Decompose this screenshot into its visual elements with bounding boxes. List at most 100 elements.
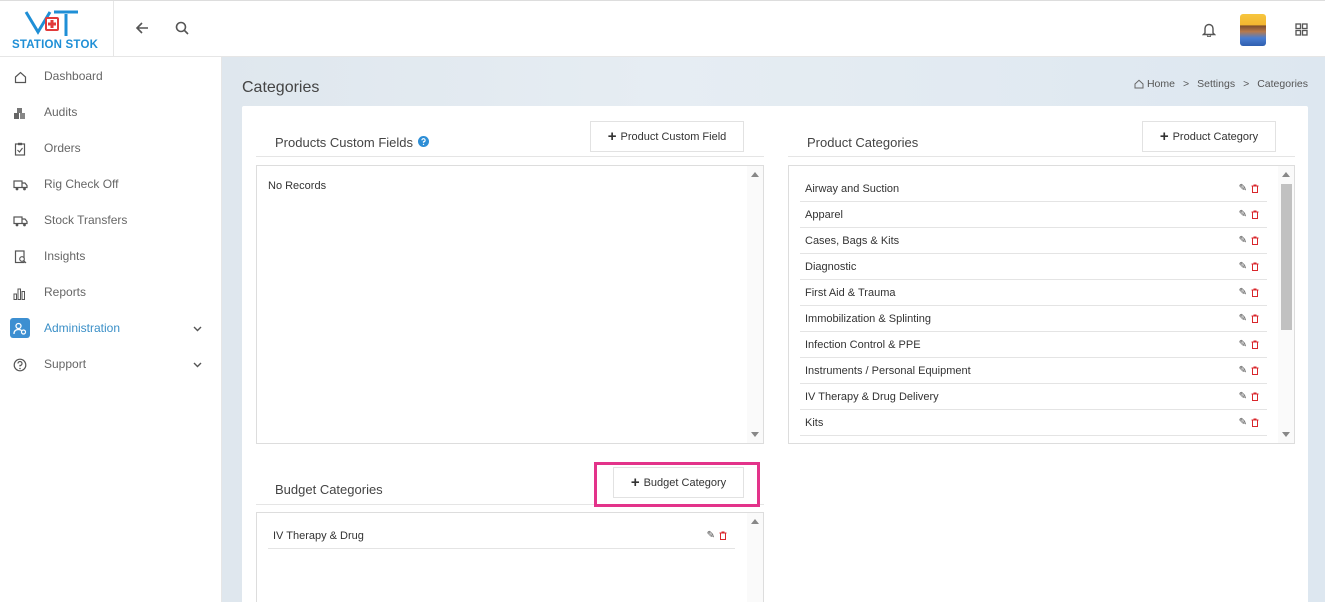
category-name: IV Therapy & Drug Delivery [805,390,939,403]
sidebar-item-audits[interactable]: Audits [0,94,222,130]
report-search-icon [11,248,29,266]
budget-categories-list[interactable]: IV Therapy & Drug ✎ [256,512,764,602]
logo[interactable]: STATION STOK [0,1,114,57]
scroll-down-arrow[interactable] [751,432,759,437]
list-item[interactable]: IV Therapy & Drug ✎ [268,523,735,549]
scroll-down-arrow[interactable] [1282,432,1290,437]
category-name: Diagnostic [805,260,857,273]
category-name: Cases, Bags & Kits [805,234,900,247]
sidebar-item-label: Dashboard [44,69,103,83]
scroll-up-arrow[interactable] [751,519,759,524]
edit-icon[interactable]: ✎ [1239,391,1247,402]
scroll-thumb[interactable] [1281,184,1292,330]
category-name: Instruments / Personal Equipment [805,364,971,377]
breadcrumb-settings[interactable]: Settings [1197,78,1235,90]
vertical-scrollbar[interactable] [747,513,763,602]
edit-icon[interactable]: ✎ [1239,183,1247,194]
edit-icon[interactable]: ✎ [1239,287,1247,298]
edit-icon[interactable]: ✎ [707,530,715,541]
list-item[interactable]: Kits ✎ [800,410,1267,436]
chevron-down-icon [193,321,202,335]
grid-apps-icon[interactable] [1292,20,1310,38]
transfer-truck-icon [11,212,29,230]
edit-icon[interactable]: ✎ [1239,365,1247,376]
sidebar-item-rig-check-off[interactable]: Rig Check Off [0,166,222,202]
scroll-up-arrow[interactable] [751,172,759,177]
back-arrow-icon[interactable] [133,19,151,37]
user-settings-icon [10,318,30,338]
list-item[interactable]: Immobilization & Splinting ✎ [800,306,1267,332]
edit-icon[interactable]: ✎ [1239,339,1247,350]
help-icon[interactable] [418,135,429,150]
category-name: IV Therapy & Drug [273,529,364,542]
list-item[interactable]: IV Therapy & Drug Delivery ✎ [800,384,1267,410]
vertical-scrollbar[interactable] [1278,166,1294,443]
edit-icon[interactable]: ✎ [1239,235,1247,246]
list-item[interactable]: Infection Control & PPE ✎ [800,332,1267,358]
sidebar: Dashboard Audits Orders Rig Check Off St… [0,57,222,602]
chevron-down-icon [193,357,202,371]
sidebar-item-support[interactable]: Support [0,346,222,382]
clipboard-icon [11,140,29,158]
sidebar-item-reports[interactable]: Reports [0,274,222,310]
list-item[interactable]: Instruments / Personal Equipment ✎ [800,358,1267,384]
category-name: Infection Control & PPE [805,338,921,351]
custom-fields-list[interactable]: No Records [256,165,764,444]
add-product-custom-field-button[interactable]: + Product Custom Field [590,121,744,152]
breadcrumb: Home > Settings > Categories [1134,78,1308,90]
trash-icon[interactable] [1251,210,1259,219]
bell-icon[interactable] [1200,20,1218,38]
list-item[interactable]: Airway and Suction ✎ [800,176,1267,202]
highlight-box [594,462,760,507]
product-categories-title: Product Categories [807,135,919,150]
search-icon[interactable] [173,19,191,37]
trash-icon[interactable] [1251,366,1259,375]
edit-icon[interactable]: ✎ [1239,209,1247,220]
home-icon [11,68,29,86]
trash-icon[interactable] [719,531,727,540]
edit-icon[interactable]: ✎ [1239,417,1247,428]
sidebar-item-label: Rig Check Off [44,177,119,191]
sidebar-item-administration[interactable]: Administration [0,310,222,346]
breadcrumb-categories: Categories [1257,78,1308,90]
sidebar-item-label: Support [44,357,87,371]
sidebar-item-label: Orders [44,141,81,155]
list-item[interactable]: First Aid & Trauma ✎ [800,280,1267,306]
scroll-up-arrow[interactable] [1282,172,1290,177]
trash-icon[interactable] [1251,262,1259,271]
page-title: Categories [242,79,320,96]
sidebar-item-stock-transfers[interactable]: Stock Transfers [0,202,222,238]
sidebar-item-orders[interactable]: Orders [0,130,222,166]
trash-icon[interactable] [1251,288,1259,297]
boxes-icon [11,104,29,122]
question-circle-icon [11,356,29,374]
edit-icon[interactable]: ✎ [1239,261,1247,272]
add-product-category-button[interactable]: + Product Category [1142,121,1276,152]
trash-icon[interactable] [1251,236,1259,245]
sidebar-item-insights[interactable]: Insights [0,238,222,274]
list-item[interactable]: Cases, Bags & Kits ✎ [800,228,1267,254]
truck-icon [11,176,29,194]
breadcrumb-home[interactable]: Home [1134,78,1175,90]
trash-icon[interactable] [1251,184,1259,193]
list-item[interactable]: Apparel ✎ [800,202,1267,228]
breadcrumb-separator: > [1182,78,1190,90]
category-name: Airway and Suction [805,182,900,195]
edit-icon[interactable]: ✎ [1239,313,1247,324]
list-item[interactable]: Diagnostic ✎ [800,254,1267,280]
product-categories-list[interactable]: Airway and Suction ✎ Apparel ✎ Cases, Ba… [788,165,1295,444]
button-label: Product Custom Field [620,130,727,143]
sidebar-item-dashboard[interactable]: Dashboard [0,58,222,94]
divider [256,156,764,157]
trash-icon[interactable] [1251,314,1259,323]
trash-icon[interactable] [1251,392,1259,401]
button-label: Product Category [1172,130,1259,143]
categories-card: Products Custom Fields + Product Custom … [242,106,1308,602]
sidebar-item-label: Reports [44,285,87,299]
category-name: Apparel [805,208,843,221]
vertical-scrollbar[interactable] [747,166,763,443]
trash-icon[interactable] [1251,418,1259,427]
trash-icon[interactable] [1251,340,1259,349]
user-avatar[interactable] [1240,14,1266,46]
category-name: First Aid & Trauma [805,286,896,299]
